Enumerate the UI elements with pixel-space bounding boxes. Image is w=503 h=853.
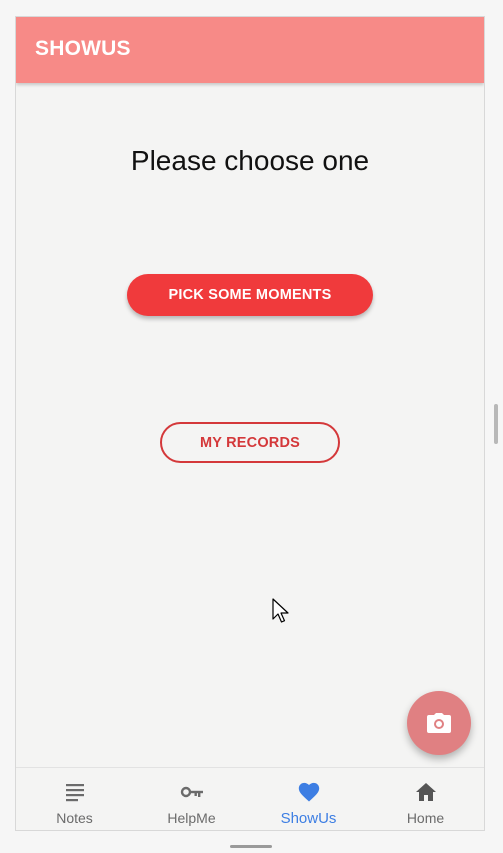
nav-label-showus: ShowUs xyxy=(280,810,337,827)
nav-item-helpme[interactable]: HelpMe xyxy=(133,768,250,830)
nav-label-notes: Notes xyxy=(56,810,93,826)
my-records-button[interactable]: MY RECORDS xyxy=(160,422,340,463)
nav-item-notes[interactable]: Notes xyxy=(16,768,133,830)
camera-icon xyxy=(427,713,451,733)
app-bar: SHOWUS xyxy=(16,17,484,83)
pick-some-moments-button[interactable]: PICK SOME MOMENTS xyxy=(127,274,373,316)
nav-item-showus[interactable]: ShowUs xyxy=(250,768,367,830)
heart-icon xyxy=(298,782,319,802)
camera-fab-button[interactable] xyxy=(407,691,471,755)
notes-icon xyxy=(65,784,84,802)
nav-label-helpme: HelpMe xyxy=(167,810,216,826)
nav-item-home[interactable]: Home xyxy=(367,768,484,830)
bottom-navigation: Notes HelpMe ShowUs Home xyxy=(16,767,484,830)
home-icon xyxy=(415,783,436,801)
drag-handle[interactable] xyxy=(230,845,272,848)
app-title: SHOWUS xyxy=(35,37,131,60)
app-screen: SHOWUS Please choose one PICK SOME MOMEN… xyxy=(15,16,485,831)
nav-label-home: Home xyxy=(406,810,445,826)
key-icon xyxy=(180,786,203,798)
mouse-cursor-icon xyxy=(272,598,289,623)
scrollbar[interactable] xyxy=(494,404,498,444)
page-title: Please choose one xyxy=(130,145,370,176)
